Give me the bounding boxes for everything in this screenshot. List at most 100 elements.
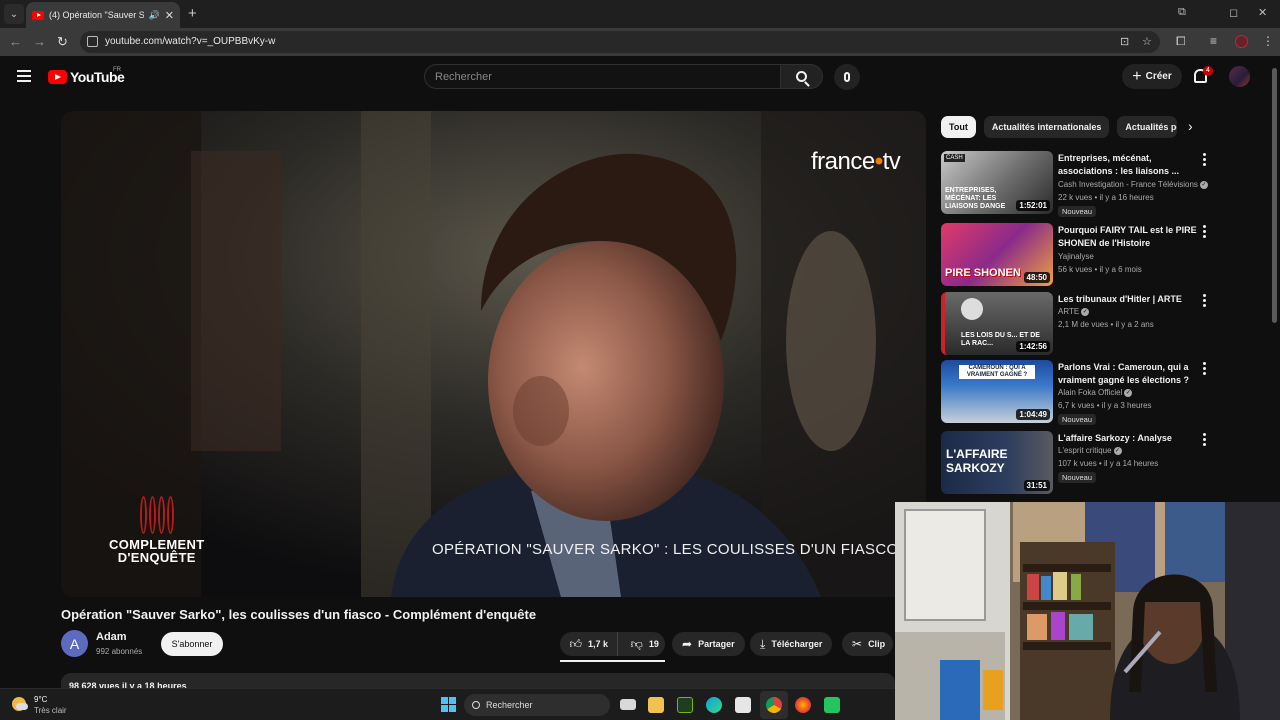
rec-title[interactable]: Parlons Vrai : Cameroun, qui a vraiment … xyxy=(1058,361,1198,387)
weather-temperature[interactable]: 9°C xyxy=(34,695,47,704)
like-active-indicator xyxy=(560,660,665,662)
recommendation-item[interactable]: CAMEROUN : QUI A VRAIMENT GAGNÉ ? 1:04:4… xyxy=(941,360,1221,425)
firefox-icon[interactable] xyxy=(795,697,811,713)
browser-tab-strip: ⌄ (4) Opération "Sauver Sarko 🔊 ✕ + ⧉ ◻ … xyxy=(0,0,1280,28)
channel-avatar[interactable]: A xyxy=(61,630,88,657)
bookmark-star-icon[interactable]: ☆ xyxy=(1142,35,1152,48)
task-view-icon[interactable] xyxy=(620,699,636,710)
edge-icon[interactable] xyxy=(706,697,722,713)
rec-channel[interactable]: Yajinalyse xyxy=(1058,252,1094,261)
rec-channel[interactable]: ARTE ✓ xyxy=(1058,307,1090,316)
rec-channel[interactable]: Alain Foka Officiel ✓ xyxy=(1058,388,1133,397)
download-label: Télécharger xyxy=(771,639,823,649)
subscribe-button[interactable]: S'abonner xyxy=(161,632,223,656)
rec-title[interactable]: Pourquoi FAIRY TAIL est le PIRE SHONEN d… xyxy=(1058,224,1198,250)
back-icon[interactable]: ← xyxy=(9,34,22,49)
address-bar[interactable]: youtube.com/watch?v=_OUPBBvKy-w ⊡ ☆ xyxy=(80,31,1160,53)
reload-icon[interactable]: ↻ xyxy=(57,34,68,50)
rec-channel[interactable]: Cash Investigation - France Télévisions ✓ xyxy=(1058,180,1208,189)
rec-meta: 107 k vues • il y a 14 heures xyxy=(1058,459,1159,468)
rec-channel[interactable]: L'esprit critique ✓ xyxy=(1058,446,1122,455)
browser-menu-icon[interactable]: ⋮ xyxy=(1262,34,1274,48)
file-explorer-icon[interactable] xyxy=(648,697,664,713)
create-button[interactable]: + Créer xyxy=(1122,64,1182,89)
taskbar-search[interactable]: Rechercher xyxy=(464,694,610,716)
forward-icon[interactable]: → xyxy=(33,34,46,49)
store-icon[interactable] xyxy=(735,697,751,713)
page-scrollbar[interactable] xyxy=(1272,68,1277,323)
video-player[interactable]: france•tv COMPLEMENT D'ENQUÊTE OPÉRATION… xyxy=(61,111,926,597)
app-icon[interactable] xyxy=(824,697,840,713)
share-button[interactable]: ➦ Partager xyxy=(672,632,745,656)
recommendation-item[interactable]: PIRE SHONEN 48:50 Pourquoi FAIRY TAIL es… xyxy=(941,223,1221,287)
search-button[interactable] xyxy=(781,64,823,89)
site-info-icon[interactable] xyxy=(87,36,98,47)
dislike-button[interactable]: 👎︎ 19 xyxy=(624,637,665,652)
more-actions-icon[interactable] xyxy=(1203,153,1206,168)
video-duration: 1:52:01 xyxy=(1016,200,1050,211)
nvidia-icon[interactable] xyxy=(677,697,693,713)
rec-channel-name: L'esprit critique xyxy=(1058,446,1112,455)
rec-meta: 22 k vues • il y a 16 heures xyxy=(1058,193,1154,202)
tab-search-button[interactable]: ⌄ xyxy=(4,4,24,24)
start-menu-icon[interactable] xyxy=(441,697,456,712)
more-actions-icon[interactable] xyxy=(1203,294,1206,309)
france-tv-logo-dot: • xyxy=(874,148,883,175)
video-thumbnail[interactable]: CASH ENTREPRISES, MÉCÉNAT: LES LIAISONS … xyxy=(941,151,1053,214)
close-window-icon[interactable]: ✕ xyxy=(1258,6,1267,19)
search-input[interactable]: Rechercher xyxy=(424,64,781,89)
rec-title[interactable]: L'affaire Sarkozy : Analyse xyxy=(1058,432,1198,445)
clip-button[interactable]: ✂ Clip xyxy=(842,632,894,656)
chevron-right-icon[interactable]: › xyxy=(1188,118,1193,134)
speaker-icon[interactable]: 🔊 xyxy=(149,10,160,21)
browser-profile-avatar[interactable] xyxy=(1235,35,1248,48)
download-icon: ⤓ xyxy=(760,636,766,651)
download-button[interactable]: ⤓ Télécharger xyxy=(750,632,833,656)
guide-menu-icon[interactable] xyxy=(17,70,31,85)
video-thumbnail[interactable]: L'AFFAIRE SARKOZY 31:51 xyxy=(941,431,1053,494)
more-actions-icon[interactable] xyxy=(1203,433,1206,448)
install-app-icon[interactable]: ⊡ xyxy=(1120,35,1129,48)
rec-title[interactable]: Entreprises, mécénat, associations : les… xyxy=(1058,152,1198,178)
thumb-text: PIRE SHONEN xyxy=(945,267,1021,279)
more-actions-icon[interactable] xyxy=(1203,225,1206,240)
rec-channel-name: ARTE xyxy=(1058,307,1080,316)
url-text[interactable]: youtube.com/watch?v=_OUPBBvKy-w xyxy=(105,36,275,47)
channel-name[interactable]: Adam xyxy=(96,631,127,643)
windows-taskbar: 9°C Très clair Rechercher xyxy=(0,688,895,720)
tab-group-icon[interactable]: ⧉ xyxy=(1178,6,1186,19)
like-button[interactable]: 👍︎ 1,7 k xyxy=(560,632,619,656)
restore-icon[interactable]: ◻ xyxy=(1229,6,1238,19)
weather-icon[interactable] xyxy=(12,697,28,711)
tab-title: (4) Opération "Sauver Sarko xyxy=(49,10,144,20)
like-dislike-group: 👍︎ 1,7 k 👎︎ 19 xyxy=(560,632,665,656)
more-actions-icon[interactable] xyxy=(1203,362,1206,377)
video-thumbnail[interactable]: CAMEROUN : QUI A VRAIMENT GAGNÉ ? 1:04:4… xyxy=(941,360,1053,423)
youtube-play-logo-icon xyxy=(48,70,67,84)
search-icon xyxy=(796,71,807,82)
recommendation-item[interactable]: LES LOIS DU S... ET DE LA RAC... 1:42:56… xyxy=(941,292,1221,356)
notification-count-badge: 4 xyxy=(1203,66,1213,76)
extensions-icon[interactable]: ⧠ xyxy=(1176,34,1186,49)
media-controls-icon[interactable]: ≡ xyxy=(1210,34,1217,48)
account-avatar[interactable] xyxy=(1229,66,1250,87)
rec-title[interactable]: Les tribunaux d'Hitler | ARTE xyxy=(1058,293,1198,306)
rec-meta: 6,7 k vues • il y a 3 heures xyxy=(1058,401,1152,410)
video-thumbnail[interactable]: LES LOIS DU S... ET DE LA RAC... 1:42:56 xyxy=(941,292,1053,355)
close-tab-icon[interactable]: ✕ xyxy=(165,9,174,22)
rec-meta: 2,1 M de vues • il y a 2 ans xyxy=(1058,320,1154,329)
recommendation-item[interactable]: CASH ENTREPRISES, MÉCÉNAT: LES LIAISONS … xyxy=(941,151,1221,217)
verified-icon: ✓ xyxy=(1113,446,1122,455)
voice-search-button[interactable] xyxy=(834,64,860,90)
new-badge: Nouveau xyxy=(1058,206,1097,217)
chrome-icon[interactable] xyxy=(766,697,782,713)
recommendation-item[interactable]: L'AFFAIRE SARKOZY 31:51 L'affaire Sarkoz… xyxy=(941,431,1221,495)
browser-tab-active[interactable]: (4) Opération "Sauver Sarko 🔊 ✕ xyxy=(26,2,180,28)
video-duration: 31:51 xyxy=(1023,480,1050,491)
chip-international-news[interactable]: Actualités internationales xyxy=(983,116,1110,138)
chip-all[interactable]: Tout xyxy=(941,116,976,138)
chip-politics-news[interactable]: Actualités po xyxy=(1117,116,1178,138)
video-thumbnail[interactable]: PIRE SHONEN 48:50 xyxy=(941,223,1053,286)
verified-icon: ✓ xyxy=(1081,307,1090,316)
new-tab-button[interactable]: + xyxy=(188,5,197,22)
